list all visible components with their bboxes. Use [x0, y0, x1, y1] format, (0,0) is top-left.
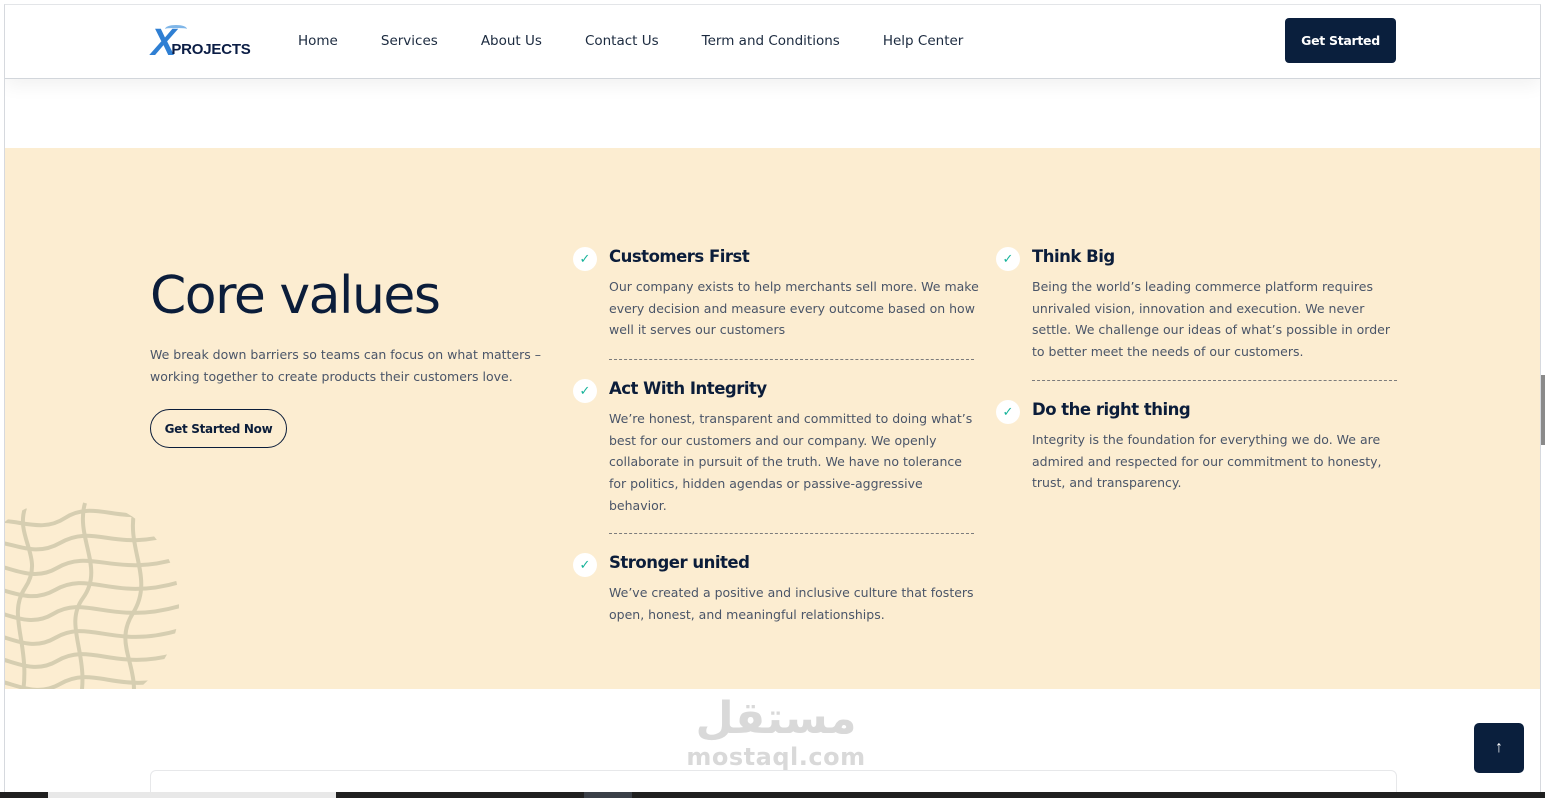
nav-about-us[interactable]: About Us [481, 33, 542, 49]
check-icon: ✓ [573, 379, 597, 403]
logo-bird-icon [165, 25, 187, 33]
browser-viewport: X PROJECTS Home Services About Us Contac… [4, 4, 1541, 792]
core-values-title: Core values [150, 266, 441, 326]
site-header: X PROJECTS Home Services About Us Contac… [5, 5, 1540, 79]
check-icon: ✓ [996, 247, 1020, 271]
next-section-card [150, 770, 1397, 792]
divider [609, 533, 974, 534]
value-text: Integrity is the foundation for everythi… [1032, 432, 1382, 491]
nav-help-center[interactable]: Help Center [883, 33, 964, 49]
main-nav: Home Services About Us Contact Us Term a… [298, 33, 1006, 49]
watermark-latin: mostaql.com [686, 743, 866, 771]
nav-home[interactable]: Home [298, 33, 338, 49]
check-icon: ✓ [996, 400, 1020, 424]
value-title: Think Big [1032, 247, 1115, 266]
value-title: Do the right thing [1032, 400, 1191, 419]
check-icon: ✓ [573, 553, 597, 577]
site-logo[interactable]: X PROJECTS [151, 23, 251, 63]
taskbar-segment [48, 792, 336, 798]
scroll-to-top-button[interactable]: ↑ [1474, 723, 1524, 773]
nav-contact-us[interactable]: Contact Us [585, 33, 659, 49]
arrow-up-icon: ↑ [1495, 739, 1503, 756]
value-title: Customers First [609, 247, 750, 266]
mostaql-watermark: مستقل mostaql.com [681, 693, 871, 772]
value-text: Being the world’s leading commerce platf… [1032, 279, 1390, 360]
value-text: We’ve created a positive and inclusive c… [609, 585, 974, 622]
value-text: Our company exists to help merchants sel… [609, 279, 979, 338]
decorative-pattern [5, 502, 179, 689]
divider [609, 359, 974, 360]
nav-terms[interactable]: Term and Conditions [702, 33, 840, 49]
value-title: Act With Integrity [609, 379, 767, 398]
page-scrollbar-thumb[interactable] [1541, 375, 1545, 445]
get-started-now-button[interactable]: Get Started Now [150, 409, 287, 448]
nav-services[interactable]: Services [381, 33, 438, 49]
watermark-arabic: مستقل [695, 693, 857, 744]
core-values-subtitle: We break down barriers so teams can focu… [150, 347, 542, 384]
get-started-button[interactable]: Get Started [1285, 18, 1396, 63]
divider [1032, 380, 1397, 381]
logo-text: PROJECTS [171, 40, 251, 58]
os-taskbar [0, 792, 1545, 798]
check-icon: ✓ [573, 247, 597, 271]
value-text: We’re honest, transparent and committed … [609, 411, 973, 513]
core-values-section: Core values We break down barriers so te… [5, 148, 1540, 689]
value-title: Stronger united [609, 553, 750, 572]
taskbar-segment [584, 792, 632, 798]
